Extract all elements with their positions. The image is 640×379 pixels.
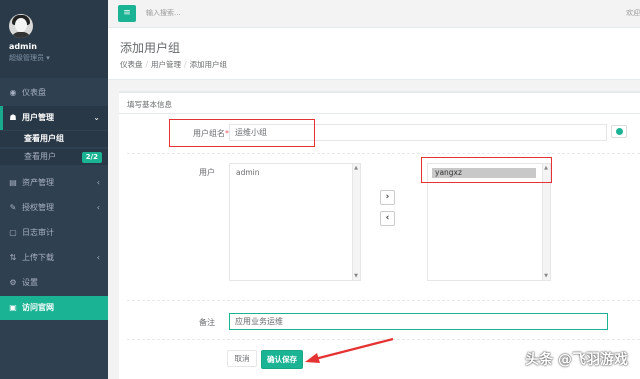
sidebar-subitem-view-users[interactable]: 查看用户 2/2	[0, 149, 108, 165]
user-count-badge: 2/2	[81, 152, 102, 163]
breadcrumb-separator: /	[145, 60, 149, 69]
sidebar-item-assets[interactable]: ▤ 资产管理 ‹	[0, 171, 108, 195]
avatar[interactable]	[9, 14, 33, 38]
sidebar: admin 超级管理员 ▾ ◉ 仪表盘 ☗ 用户管理 ⌄ 查看用户组 查看用户 2/…	[0, 0, 108, 379]
log-icon: ▢	[9, 228, 17, 237]
sidebar-item-user-management[interactable]: ☗ 用户管理 ⌄	[0, 106, 108, 130]
page-title: 添加用户组	[120, 41, 181, 55]
gear-icon: ⚙	[9, 278, 17, 287]
file-icon: ▣	[9, 303, 17, 312]
breadcrumb-dashboard[interactable]: 仪表盘	[120, 60, 143, 69]
server-icon: ▤	[9, 178, 17, 187]
users-icon: ☗	[9, 113, 17, 122]
form-panel: 填写基本信息 用户组名* 运维小组 用户 admin ▲ ▼ › ‹ yangxz…	[119, 91, 640, 379]
sidebar-item-settings[interactable]: ⚙ 设置	[0, 271, 108, 295]
sidebar-item-upload-download[interactable]: ⇅ 上传下载 ‹	[0, 246, 108, 270]
chevron-down-icon: ⌄	[93, 113, 100, 122]
sidebar-item-authorization[interactable]: ✎ 授权管理 ‹	[0, 196, 108, 220]
profile-section: admin 超级管理员 ▾	[0, 0, 108, 78]
profile-role-dropdown[interactable]: 超级管理员 ▾	[9, 53, 50, 63]
watermark: 头条 @飞羽游戏	[525, 352, 628, 368]
list-item[interactable]: admin	[236, 168, 260, 177]
check-icon	[615, 128, 623, 135]
search-input[interactable]: 输入搜索...	[146, 8, 181, 18]
chevron-left-icon: ‹	[96, 203, 100, 212]
chevron-left-icon: ‹	[96, 178, 100, 187]
highlight-box-selected-user	[421, 157, 552, 183]
edit-icon: ✎	[9, 203, 17, 212]
breadcrumb-current: 添加用户组	[189, 60, 228, 69]
breadcrumb-separator: /	[184, 60, 187, 69]
sidebar-item-audit-log[interactable]: ▢ 日志审计	[0, 221, 108, 245]
section-title: 填写基本信息	[127, 100, 172, 109]
annotation-arrow	[305, 337, 394, 363]
breadcrumb: 仪表盘 / 用户管理 / 添加用户组	[120, 59, 227, 70]
sidebar-item-official-site[interactable]: ▣ 访问官网	[0, 296, 108, 320]
note-label: 备注	[199, 318, 215, 327]
highlight-box-group-name	[169, 119, 315, 147]
cancel-button[interactable]: 取消	[227, 350, 257, 367]
upload-icon: ⇅	[9, 253, 17, 262]
profile-name: admin	[9, 42, 37, 51]
dashboard-icon: ◉	[9, 88, 17, 97]
save-button[interactable]: 确认保存	[261, 350, 303, 369]
menu-toggle-button[interactable]: ≡	[118, 5, 136, 22]
chevron-left-icon: ‹	[96, 253, 100, 262]
check-name-button[interactable]	[611, 125, 627, 138]
move-right-button[interactable]: ›	[380, 190, 395, 205]
sidebar-subitem-view-groups[interactable]: 查看用户组	[0, 131, 108, 147]
users-label: 用户	[199, 168, 215, 177]
section-divider	[119, 113, 640, 114]
page-header: 添加用户组 仪表盘 / 用户管理 / 添加用户组	[108, 28, 640, 80]
move-left-button[interactable]: ‹	[380, 211, 395, 226]
available-users-list[interactable]: admin ▲ ▼	[229, 163, 361, 281]
breadcrumb-user-management[interactable]: 用户管理	[151, 60, 181, 69]
scrollbar[interactable]: ▲ ▼	[352, 164, 360, 280]
row-divider	[127, 300, 640, 301]
note-input[interactable]: 应用业务运维	[229, 313, 608, 330]
welcome-text: 欢迎	[626, 9, 640, 17]
sidebar-item-dashboard[interactable]: ◉ 仪表盘	[0, 81, 108, 105]
top-bar: ≡ 输入搜索... 欢迎	[108, 0, 640, 28]
row-divider	[127, 153, 640, 154]
